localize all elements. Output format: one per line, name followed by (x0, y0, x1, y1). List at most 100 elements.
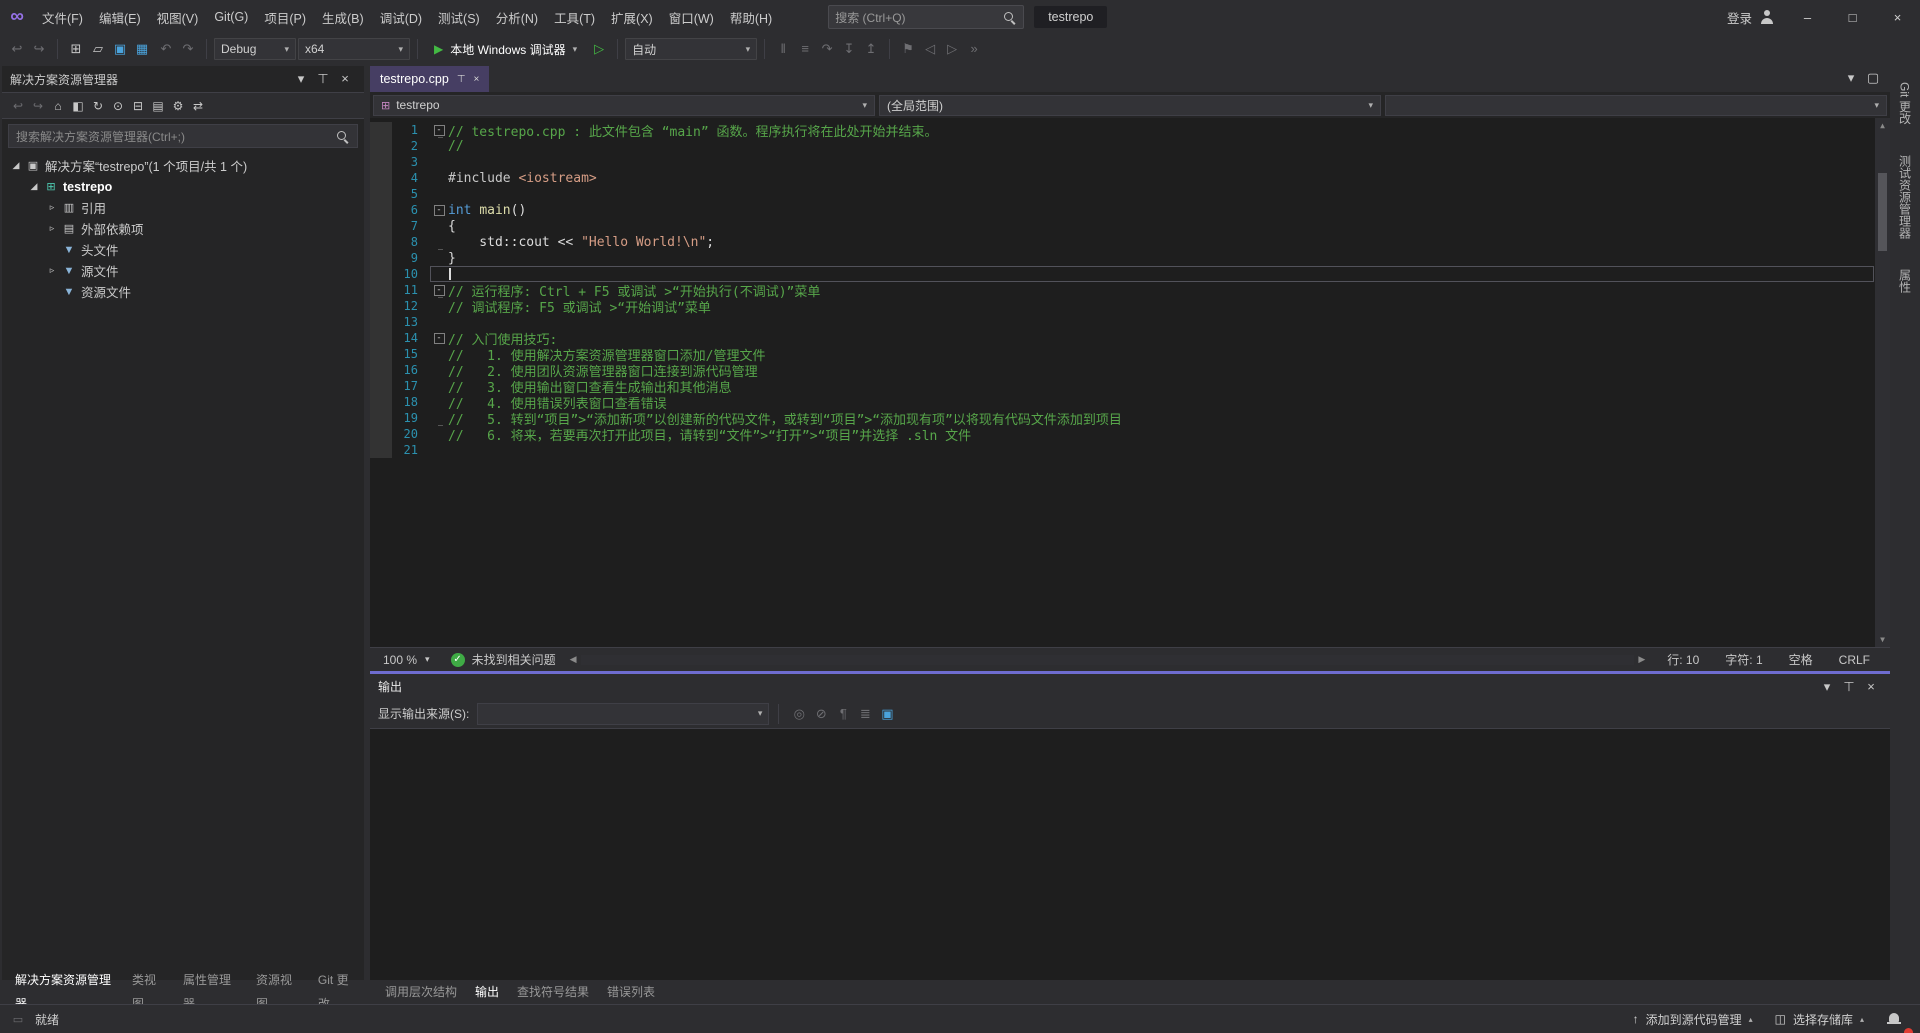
minimize-button[interactable]: – (1785, 0, 1830, 34)
scroll-left-icon[interactable]: ◀ (566, 654, 581, 665)
code-line[interactable]: 20// 6. 将来，若要再次打开此项目，请转到“文件”>“打开”>“项目”并选… (370, 426, 1890, 442)
tree-collapsed-icon[interactable]: ▹ (44, 265, 60, 276)
tree-collapsed-icon[interactable]: ▹ (44, 223, 60, 234)
settings-icon[interactable]: ⚙ (168, 96, 188, 116)
pin-icon[interactable]: ⊤ (1838, 676, 1860, 698)
search-icon[interactable] (1002, 10, 1017, 25)
step-out-icon[interactable]: ↥ (860, 38, 882, 60)
home-icon[interactable]: ⌂ (48, 96, 68, 116)
breakpoint-margin[interactable] (370, 234, 392, 250)
window-position-icon[interactable]: ▾ (290, 68, 312, 90)
save-all-icon[interactable]: ▦ (131, 38, 153, 60)
menu-item[interactable]: 视图(V) (149, 0, 207, 34)
menu-item[interactable]: 文件(F) (34, 0, 91, 34)
maximize-button[interactable]: □ (1830, 0, 1875, 34)
navigate-forward-icon[interactable]: ↪ (28, 38, 50, 60)
solution-explorer-search-box[interactable]: 搜索解决方案资源管理器(Ctrl+;) (8, 124, 358, 148)
breakpoint-margin[interactable] (370, 426, 392, 442)
sync-icon[interactable]: ↻ (88, 96, 108, 116)
code-line[interactable]: 7{ (370, 218, 1890, 234)
output-source-dropdown[interactable]: ▾ (477, 703, 769, 725)
redo-icon[interactable]: ↷ (177, 38, 199, 60)
breakpoint-margin[interactable] (370, 346, 392, 362)
spaces-indicator[interactable]: 空格 (1789, 651, 1813, 668)
tree-item[interactable]: ▹▥引用 (2, 197, 364, 218)
output-panel-header[interactable]: 输出 ▾⊤× (370, 674, 1890, 699)
next-bookmark-icon[interactable]: ▷ (941, 38, 963, 60)
scope-dropdown[interactable]: (全局范围) ▾ (879, 95, 1381, 116)
solution-explorer-header[interactable]: 解决方案资源管理器 ▾⊤× (2, 66, 364, 92)
panel-tab[interactable]: 错误列表 (598, 980, 664, 1004)
autoscroll-icon[interactable]: ▣ (876, 703, 898, 725)
code-editor[interactable]: 1-// testrepo.cpp : 此文件包含 “main” 函数。程序执行… (370, 118, 1890, 647)
window-position-icon[interactable]: ▾ (1816, 676, 1838, 698)
tree-item[interactable]: ◢▣解决方案“testrepo”(1 个项目/共 1 个) (2, 155, 364, 176)
menu-item[interactable]: 帮助(H) (722, 0, 780, 34)
code-line[interactable]: 5 (370, 186, 1890, 202)
open-file-icon[interactable]: ▱ (87, 38, 109, 60)
menu-item[interactable]: 工具(T) (546, 0, 603, 34)
previous-bookmark-icon[interactable]: ◁ (919, 38, 941, 60)
bookmark-icon[interactable]: ⚑ (897, 38, 919, 60)
breakpoint-margin[interactable] (370, 170, 392, 186)
quick-search-box[interactable]: 搜索 (Ctrl+Q) (828, 5, 1024, 29)
tree-item[interactable]: ▼头文件 (2, 239, 364, 260)
word-wrap-icon[interactable]: ¶ (832, 702, 854, 724)
column-indicator[interactable]: 字符: 1 (1725, 651, 1762, 668)
breakpoint-margin[interactable] (370, 442, 392, 458)
breakpoint-margin[interactable] (370, 394, 392, 410)
document-tab-testrepo-cpp[interactable]: testrepo.cpp ⊤ × (370, 66, 489, 92)
active-documents-dropdown-icon[interactable]: ▾ (1840, 67, 1862, 89)
editor-vertical-scrollbar[interactable]: ▲ ▼ (1875, 118, 1890, 647)
pin-tab-icon[interactable]: ⊤ (457, 74, 466, 85)
toolbar-overflow-icon[interactable]: » (963, 38, 985, 60)
auto-hide-tab[interactable]: 属性 (1894, 263, 1917, 299)
member-dropdown[interactable]: ▾ (1385, 95, 1887, 116)
breakpoint-margin[interactable] (370, 154, 392, 170)
code-line[interactable]: 3 (370, 154, 1890, 170)
collapse-all-icon[interactable]: ⊟ (128, 96, 148, 116)
tree-collapsed-icon[interactable]: ▹ (44, 202, 60, 213)
breakpoint-margin[interactable] (370, 298, 392, 314)
scroll-right-icon[interactable]: ▶ (1634, 654, 1649, 665)
sync-with-active-document-icon[interactable]: ⇄ (188, 96, 208, 116)
code-line[interactable]: 2// (370, 138, 1890, 154)
breakpoint-margin[interactable] (370, 378, 392, 394)
editor-horizontal-scrollbar[interactable]: ◀ ▶ (566, 654, 1650, 665)
show-output-icon[interactable]: ≣ (854, 703, 876, 725)
menu-item[interactable]: 测试(S) (430, 0, 488, 34)
undo-icon[interactable]: ↶ (155, 38, 177, 60)
add-to-source-control-button[interactable]: ↑ 添加到源代码管理 ▴ (1625, 1005, 1761, 1033)
close-icon[interactable]: × (334, 68, 356, 90)
menu-item[interactable]: 分析(N) (488, 0, 546, 34)
panel-tab[interactable]: 查找符号结果 (508, 980, 598, 1004)
editor-window-options-icon[interactable]: ▢ (1862, 67, 1884, 89)
hscroll-track[interactable] (581, 655, 1635, 665)
breakpoint-margin[interactable] (370, 218, 392, 234)
fold-collapse-icon[interactable]: - (430, 125, 448, 136)
sign-in-button[interactable]: 登录 (1717, 0, 1785, 34)
solution-name-badge[interactable]: testrepo (1034, 6, 1107, 28)
breakpoint-margin[interactable] (370, 330, 392, 346)
background-tasks-icon[interactable]: ▭ (10, 1011, 26, 1027)
close-icon[interactable]: × (1860, 675, 1882, 697)
show-threads-icon[interactable]: ≡ (794, 38, 816, 60)
code-line[interactable]: 12// 调试程序: F5 或调试 >“开始调试”菜单 (370, 298, 1890, 314)
output-content[interactable] (370, 728, 1890, 980)
fold-collapse-icon[interactable]: - (430, 285, 448, 296)
scroll-up-icon[interactable]: ▲ (1875, 118, 1890, 133)
line-indicator[interactable]: 行: 10 (1667, 651, 1699, 668)
save-icon[interactable]: ▣ (109, 38, 131, 60)
panel-tab[interactable]: 输出 (466, 980, 508, 1004)
breakpoint-margin[interactable] (370, 282, 392, 298)
break-all-icon[interactable]: ‖ (772, 38, 794, 60)
pin-icon[interactable]: ⊤ (312, 68, 334, 90)
tree-item[interactable]: ◢⊞testrepo (2, 176, 364, 197)
step-into-icon[interactable]: ↧ (838, 38, 860, 60)
breakpoint-margin[interactable] (370, 250, 392, 266)
search-icon[interactable] (335, 129, 350, 144)
tree-item[interactable]: ▹▤外部依赖项 (2, 218, 364, 239)
code-line[interactable]: 1-// testrepo.cpp : 此文件包含 “main” 函数。程序执行… (370, 122, 1890, 138)
notifications-button[interactable] (1878, 1005, 1910, 1033)
zoom-dropdown[interactable]: 100 % ▾ (376, 650, 437, 670)
